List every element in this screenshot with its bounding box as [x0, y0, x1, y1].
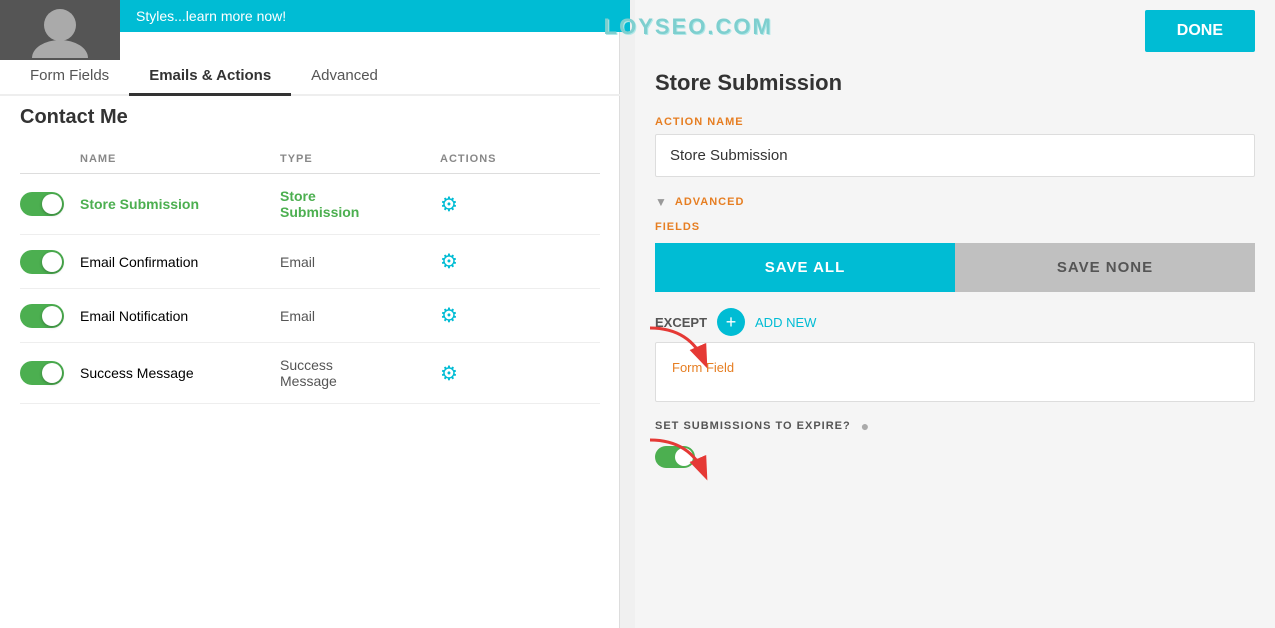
left-panel: Styles...learn more now! Form Fields Ema…	[0, 0, 620, 628]
top-banner: Styles...learn more now!	[120, 0, 630, 32]
info-icon: ●	[861, 418, 869, 434]
row-type-success-message: SuccessMessage	[280, 357, 440, 389]
except-label: EXCEPT	[655, 315, 707, 330]
save-all-button[interactable]: SAVE ALL	[655, 243, 955, 292]
action-name-label: ACTION NAME	[655, 116, 1255, 128]
row-type-email-notification: Email	[280, 308, 440, 324]
panel-title: Store Submission	[655, 70, 1255, 96]
row-name-success-message: Success Message	[80, 365, 280, 381]
watermark: LOYSEO.COM	[604, 14, 773, 40]
action-name-input[interactable]	[655, 134, 1255, 177]
col-header-name: NAME	[80, 153, 280, 165]
row-name-email-notification: Email Notification	[80, 308, 280, 324]
add-new-button[interactable]: +	[717, 308, 745, 336]
table-header: NAME TYPE ACTIONS	[20, 145, 600, 174]
fields-label: FIELDS	[655, 221, 1255, 233]
col-header-actions: ACTIONS	[440, 153, 520, 165]
add-new-label[interactable]: ADD NEW	[755, 315, 816, 330]
expire-label: SET SUBMISSIONS TO EXPIRE?	[655, 420, 851, 432]
advanced-label: ADVANCED	[675, 196, 745, 208]
tab-emails-actions[interactable]: Emails & Actions	[129, 57, 291, 94]
gear-icon-email-confirmation[interactable]: ⚙	[440, 251, 458, 273]
row-type-email-confirmation: Email	[280, 254, 440, 270]
save-none-button[interactable]: SAVE NONE	[955, 243, 1255, 292]
table-row: Email Notification Email ⚙	[20, 289, 600, 343]
row-name-store-submission: Store Submission	[80, 196, 280, 212]
advanced-section: ▼ ADVANCED	[655, 195, 1255, 209]
form-field-tag: Form Field	[672, 360, 734, 375]
row-name-email-confirmation: Email Confirmation	[80, 254, 280, 270]
tabs: Form Fields Emails & Actions Advanced	[0, 40, 620, 96]
tab-advanced[interactable]: Advanced	[291, 57, 398, 94]
save-buttons: SAVE ALL SAVE NONE	[655, 243, 1255, 292]
table-row: Success Message SuccessMessage ⚙	[20, 343, 600, 404]
table-row: Email Confirmation Email ⚙	[20, 235, 600, 289]
col-header-type: TYPE	[280, 153, 440, 165]
right-panel: Store Submission ACTION NAME ▼ ADVANCED …	[635, 0, 1275, 628]
table-row: Store Submission StoreSubmission ⚙	[20, 174, 600, 235]
row-type-store-submission: StoreSubmission	[280, 188, 440, 220]
toggle-email-confirmation[interactable]	[20, 250, 64, 274]
triangle-icon: ▼	[655, 195, 667, 209]
gear-icon-store-submission[interactable]: ⚙	[440, 194, 458, 216]
fields-box: Form Field	[655, 342, 1255, 402]
page-title: Contact Me	[20, 106, 128, 129]
toggle-store-submission[interactable]	[20, 192, 64, 216]
table: NAME TYPE ACTIONS Store Submission Store…	[20, 145, 600, 404]
gear-icon-success-message[interactable]: ⚙	[440, 363, 458, 385]
toggle-email-notification[interactable]	[20, 304, 64, 328]
except-row: EXCEPT + ADD NEW	[655, 308, 1255, 336]
expire-row: SET SUBMISSIONS TO EXPIRE? ●	[655, 418, 1255, 434]
tab-form-fields[interactable]: Form Fields	[10, 57, 129, 94]
done-button[interactable]: DONE	[1145, 10, 1255, 52]
expire-toggle[interactable]	[655, 446, 695, 468]
gear-icon-email-notification[interactable]: ⚙	[440, 305, 458, 327]
toggle-success-message[interactable]	[20, 361, 64, 385]
